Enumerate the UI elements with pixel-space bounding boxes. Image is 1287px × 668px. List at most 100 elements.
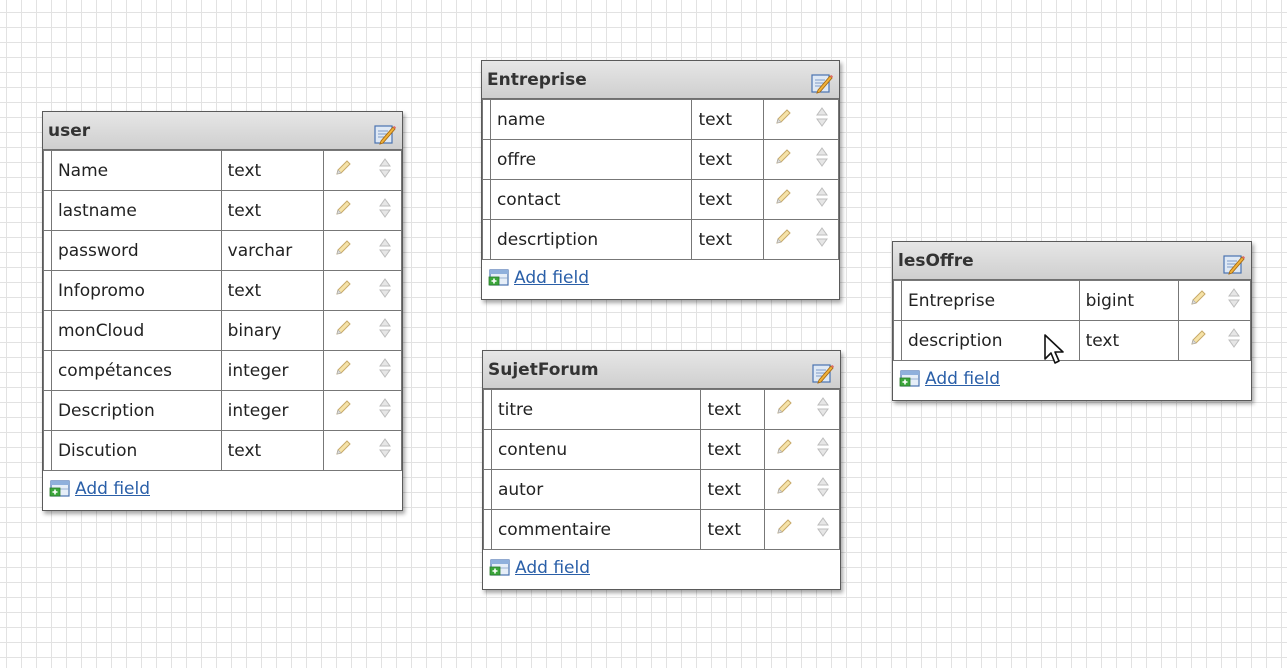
up-down-arrows-icon[interactable] — [816, 186, 828, 208]
table-lesoffre[interactable]: lesOffre Entreprise bigint description text A… — [892, 241, 1252, 401]
field-type[interactable]: integer — [220, 350, 325, 391]
field-type[interactable]: text — [691, 99, 765, 140]
pencil-icon[interactable] — [334, 279, 352, 297]
field-name[interactable]: autor — [490, 469, 702, 510]
field-row-discution[interactable]: Discution text — [43, 430, 402, 471]
field-type[interactable]: text — [220, 270, 325, 311]
pencil-icon[interactable] — [775, 438, 793, 456]
schema-canvas[interactable]: user Name text lastname text password varchar I… — [0, 0, 1287, 668]
field-type[interactable]: text — [700, 509, 766, 550]
up-down-arrows-icon[interactable] — [816, 106, 828, 128]
field-name[interactable]: contenu — [490, 429, 702, 470]
pencil-icon[interactable] — [775, 478, 793, 496]
up-down-arrows-icon[interactable] — [379, 397, 391, 419]
field-row-autor[interactable]: autor text — [483, 469, 840, 510]
up-down-arrows-icon[interactable] — [817, 476, 829, 498]
field-type[interactable]: text — [700, 429, 766, 470]
field-type[interactable]: text — [700, 469, 766, 510]
field-row-infopromo[interactable]: Infopromo text — [43, 270, 402, 311]
up-down-arrows-icon[interactable] — [1228, 287, 1240, 309]
field-row-contact[interactable]: contact text — [482, 179, 839, 220]
table-header[interactable]: lesOffre — [893, 242, 1251, 280]
field-row-lastname[interactable]: lastname text — [43, 190, 402, 231]
pencil-icon[interactable] — [1189, 289, 1207, 307]
pencil-icon[interactable] — [774, 228, 792, 246]
field-type[interactable]: text — [700, 389, 766, 430]
field-type[interactable]: text — [1078, 320, 1180, 361]
field-name[interactable]: monCloud — [50, 310, 222, 351]
field-name[interactable]: Discution — [50, 430, 222, 471]
field-row-name[interactable]: name text — [482, 99, 839, 140]
pencil-icon[interactable] — [334, 439, 352, 457]
field-row-moncloud[interactable]: monCloud binary — [43, 310, 402, 351]
up-down-arrows-icon[interactable] — [379, 317, 391, 339]
table-header[interactable]: user — [43, 112, 402, 150]
field-type[interactable]: text — [691, 219, 765, 260]
up-down-arrows-icon[interactable] — [1228, 327, 1240, 349]
field-name[interactable]: Entreprise — [900, 280, 1080, 321]
field-type[interactable]: varchar — [220, 230, 325, 271]
field-row-descrtiption[interactable]: descrtiption text — [482, 219, 839, 260]
pencil-icon[interactable] — [334, 319, 352, 337]
field-name[interactable]: Name — [50, 150, 222, 191]
up-down-arrows-icon[interactable] — [817, 436, 829, 458]
field-name[interactable]: Description — [50, 390, 222, 431]
add-field-button[interactable]: Add field — [489, 558, 590, 578]
table-entreprise[interactable]: Entreprise name text offre text contact text de… — [481, 60, 840, 300]
pencil-icon[interactable] — [334, 399, 352, 417]
up-down-arrows-icon[interactable] — [379, 197, 391, 219]
up-down-arrows-icon[interactable] — [379, 157, 391, 179]
field-row-password[interactable]: password varchar — [43, 230, 402, 271]
field-name[interactable]: password — [50, 230, 222, 271]
field-row-name[interactable]: Name text — [43, 150, 402, 191]
table-header[interactable]: Entreprise — [482, 61, 839, 99]
field-row-description[interactable]: description text — [893, 320, 1251, 361]
field-name[interactable]: contact — [489, 179, 693, 220]
pencil-icon[interactable] — [774, 108, 792, 126]
field-type[interactable]: bigint — [1078, 280, 1180, 321]
field-type[interactable]: binary — [220, 310, 325, 351]
up-down-arrows-icon[interactable] — [817, 516, 829, 538]
up-down-arrows-icon[interactable] — [379, 277, 391, 299]
up-down-arrows-icon[interactable] — [816, 226, 828, 248]
field-row-commentaire[interactable]: commentaire text — [483, 509, 840, 550]
table-sujetforum[interactable]: SujetForum titre text contenu text autor text c… — [482, 350, 841, 590]
field-name[interactable]: Infopromo — [50, 270, 222, 311]
field-row-offre[interactable]: offre text — [482, 139, 839, 180]
field-name[interactable]: descrtiption — [489, 219, 693, 260]
add-field-button[interactable]: Add field — [49, 479, 150, 499]
field-row-competances[interactable]: compétances integer — [43, 350, 402, 391]
field-row-entreprise[interactable]: Entreprise bigint — [893, 280, 1251, 321]
edit-table-icon[interactable] — [374, 123, 396, 145]
field-name[interactable]: compétances — [50, 350, 222, 391]
edit-table-icon[interactable] — [812, 362, 834, 384]
field-row-description[interactable]: Description integer — [43, 390, 402, 431]
add-field-button[interactable]: Add field — [488, 268, 589, 288]
pencil-icon[interactable] — [774, 148, 792, 166]
pencil-icon[interactable] — [774, 188, 792, 206]
field-type[interactable]: integer — [220, 390, 325, 431]
up-down-arrows-icon[interactable] — [379, 237, 391, 259]
field-row-contenu[interactable]: contenu text — [483, 429, 840, 470]
add-field-button[interactable]: Add field — [899, 369, 1000, 389]
field-type[interactable]: text — [220, 150, 325, 191]
up-down-arrows-icon[interactable] — [379, 357, 391, 379]
pencil-icon[interactable] — [334, 239, 352, 257]
field-name[interactable]: lastname — [50, 190, 222, 231]
field-name[interactable]: offre — [489, 139, 693, 180]
table-header[interactable]: SujetForum — [483, 351, 840, 389]
pencil-icon[interactable] — [334, 159, 352, 177]
pencil-icon[interactable] — [775, 398, 793, 416]
field-type[interactable]: text — [691, 179, 765, 220]
pencil-icon[interactable] — [775, 518, 793, 536]
field-type[interactable]: text — [691, 139, 765, 180]
pencil-icon[interactable] — [1189, 329, 1207, 347]
up-down-arrows-icon[interactable] — [816, 146, 828, 168]
edit-table-icon[interactable] — [811, 72, 833, 94]
pencil-icon[interactable] — [334, 359, 352, 377]
field-name[interactable]: titre — [490, 389, 702, 430]
up-down-arrows-icon[interactable] — [379, 437, 391, 459]
field-row-titre[interactable]: titre text — [483, 389, 840, 430]
field-name[interactable]: commentaire — [490, 509, 702, 550]
edit-table-icon[interactable] — [1223, 253, 1245, 275]
